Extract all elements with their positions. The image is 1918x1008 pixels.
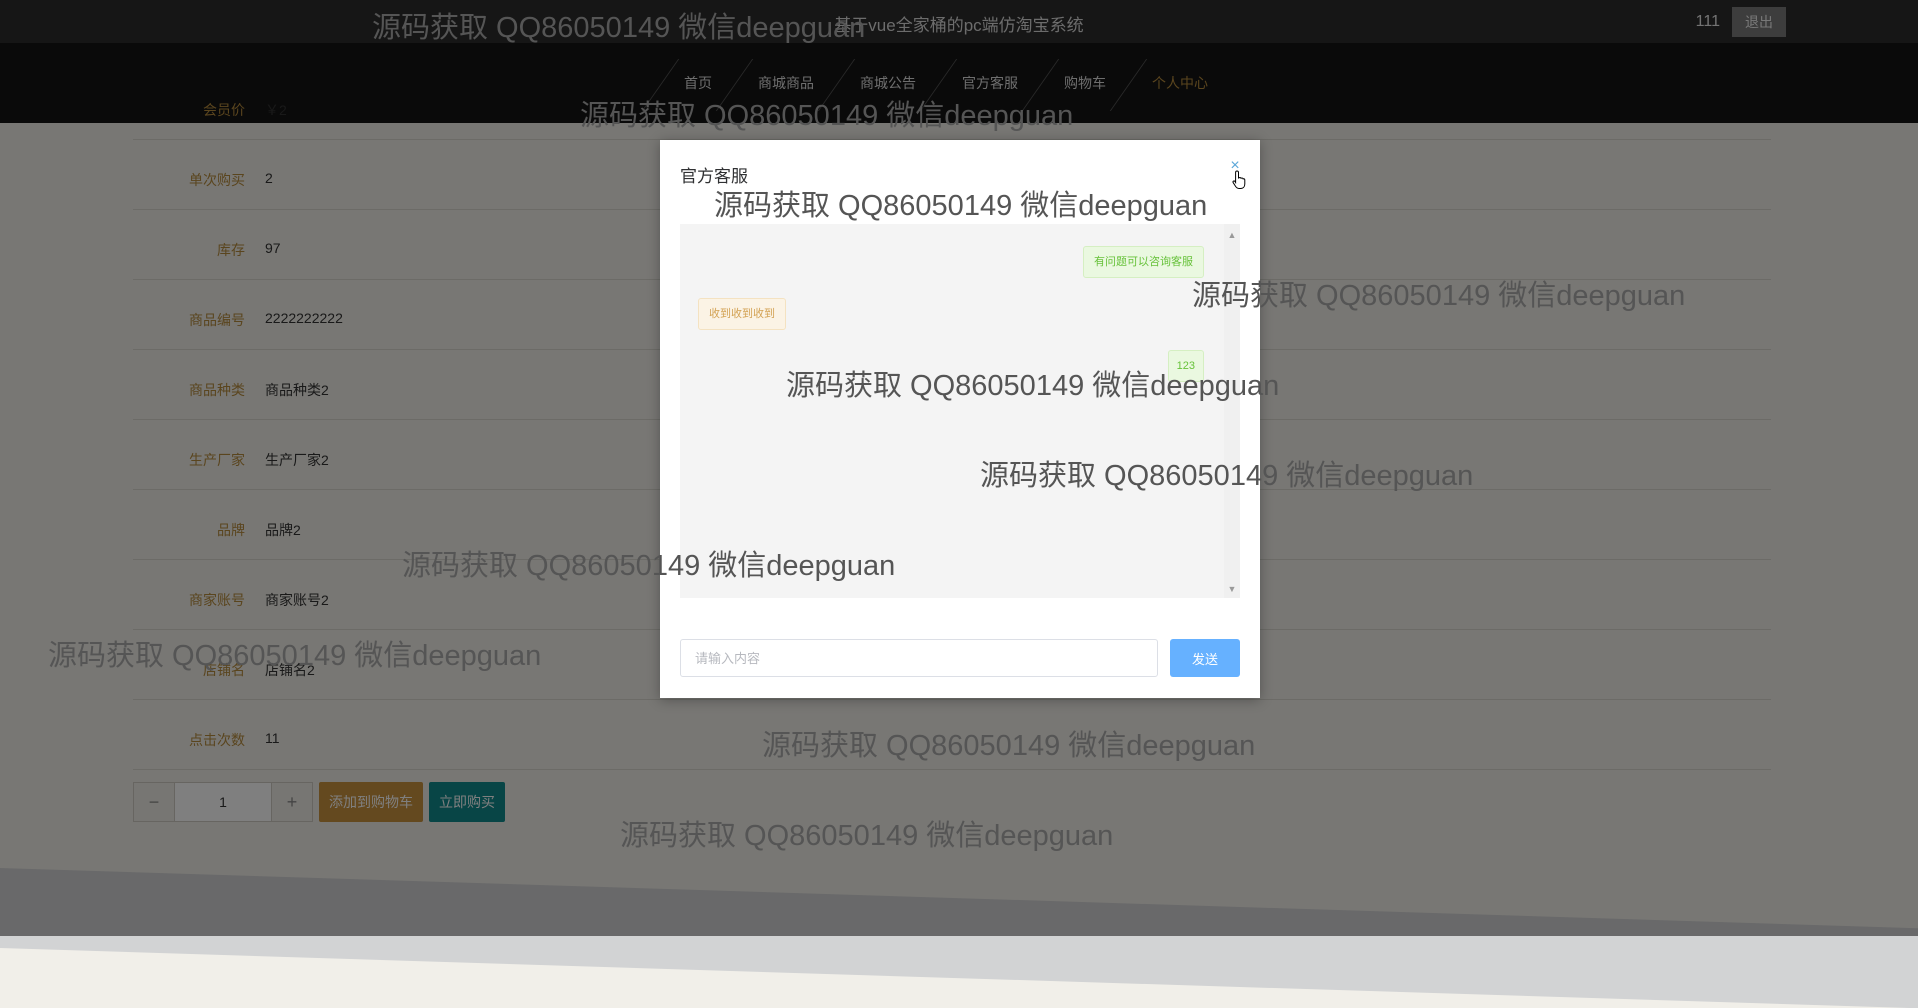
scroll-down-icon[interactable]: ▼: [1227, 584, 1237, 594]
customer-service-dialog: 官方客服 × 有问题可以咨询客服 收到收到收到 123 ▲ ▼ 发送: [660, 140, 1260, 698]
message-input[interactable]: [680, 639, 1158, 677]
chat-message-area[interactable]: 有问题可以咨询客服 收到收到收到 123 ▲ ▼: [680, 224, 1240, 598]
scroll-up-icon[interactable]: ▲: [1227, 230, 1237, 240]
chat-message-service: 123: [1167, 350, 1204, 382]
chat-message-service: 有问题可以咨询客服: [1083, 246, 1204, 278]
chat-scrollbar[interactable]: ▲ ▼: [1224, 224, 1240, 598]
mouse-pointer-icon: [1232, 170, 1246, 189]
send-button[interactable]: 发送: [1170, 639, 1240, 677]
chat-message-user: 收到收到收到: [698, 298, 786, 330]
dialog-title: 官方客服: [680, 167, 748, 186]
